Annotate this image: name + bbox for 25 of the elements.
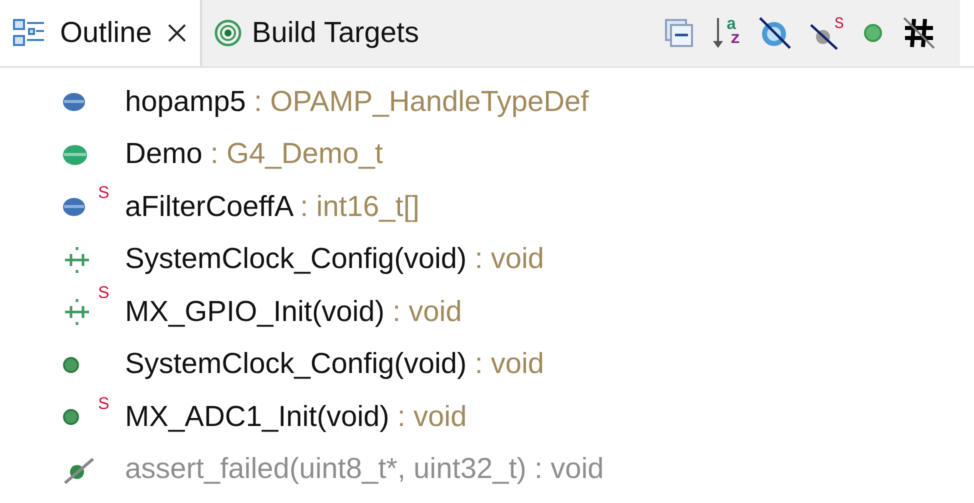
field-icon bbox=[62, 197, 86, 218]
declaration-icon bbox=[62, 297, 92, 328]
outline-item[interactable]: SystemClock_Config(void) : void bbox=[125, 348, 544, 382]
function-icon bbox=[62, 356, 80, 374]
outline-item[interactable]: aFilterCoeffA : int16_t[] bbox=[125, 190, 420, 224]
outline-item[interactable]: Demo : G4_Demo_t bbox=[125, 138, 383, 172]
collapse-all-icon[interactable] bbox=[664, 18, 694, 48]
outline-item[interactable]: MX_GPIO_Init(void) : void bbox=[125, 296, 462, 329]
static-mark: S bbox=[98, 183, 110, 204]
declaration-icon bbox=[62, 244, 92, 275]
hide-fields-icon[interactable] bbox=[758, 16, 792, 50]
hash-icon[interactable] bbox=[902, 16, 936, 50]
outline-item[interactable]: SystemClock_Config(void) : void bbox=[125, 243, 544, 276]
static-mark: S bbox=[98, 394, 110, 414]
dot-icon[interactable] bbox=[862, 22, 884, 44]
outline-item[interactable]: hopamp5 : OPAMP_HandleTypeDef bbox=[125, 86, 589, 119]
function-icon bbox=[62, 408, 80, 426]
close-icon[interactable] bbox=[166, 22, 188, 44]
field-icon bbox=[62, 92, 86, 112]
static-mark: S bbox=[98, 283, 110, 304]
field-icon bbox=[62, 144, 88, 166]
outline-item[interactable]: MX_ADC1_Init(void) : void bbox=[125, 400, 467, 434]
target-icon bbox=[214, 19, 242, 47]
outline-icon bbox=[12, 18, 46, 48]
targets-tab[interactable]: Build Targets a z S bbox=[200, 0, 960, 66]
